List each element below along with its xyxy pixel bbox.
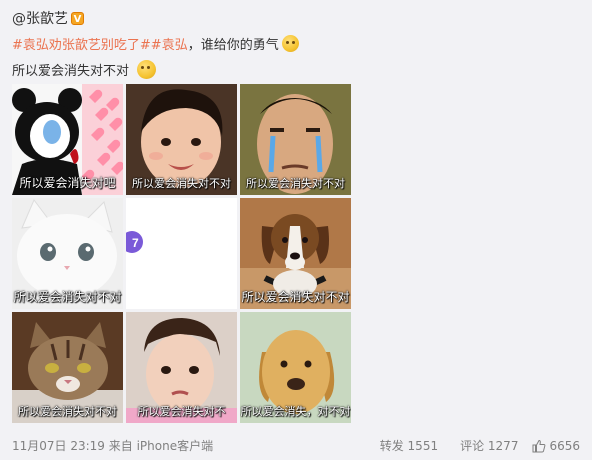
image-thumbnail[interactable]: 所以爱会消失对不对 <box>240 84 351 195</box>
topic-link[interactable]: #袁弘劝张歆艺别吃了# <box>12 34 151 53</box>
image-caption: 所以爱会消失对不对 <box>132 177 231 190</box>
image-thumbnail[interactable]: 所以爱会消失对不对 <box>240 198 351 309</box>
weibo-post: @张歆艺 V #袁弘劝张歆艺别吃了# #袁弘 ，谁给你的勇气 所以爱会消失对不对 <box>0 0 592 460</box>
thinking-emoji-icon <box>137 60 157 79</box>
svg-text:7: 7 <box>132 236 139 250</box>
image-thumbnail[interactable]: 所以爱会消失，对不对 <box>240 312 351 423</box>
image-caption: 所以爱会消失对不 <box>137 405 226 418</box>
repost-button[interactable]: 转发 1551 <box>380 437 438 454</box>
post-text-line-2: 所以爱会消失对不对 <box>12 60 157 79</box>
image-thumbnail[interactable]: 所以爱会消失对不 <box>126 312 237 423</box>
image-caption: 所以爱会消失对不对 <box>18 405 117 418</box>
blank-image: 7 <box>126 198 237 309</box>
thumbs-up-icon <box>532 439 546 452</box>
image-thumbnail[interactable]: 所以爱会消失对吧 <box>12 84 123 195</box>
image-thumbnail[interactable]: 所以爱会消失对不对 <box>126 84 237 195</box>
author-name[interactable]: @张歆艺 <box>12 8 68 28</box>
like-count: 6656 <box>549 438 580 453</box>
image-caption: 所以爱会消失，对不对 <box>240 405 351 418</box>
image-grid: 所以爱会消失对吧 所以爱会消失对不对 所以爱会消失对不对 所以爱会消失对不对 7… <box>12 84 351 423</box>
post-text-line-1: #袁弘劝张歆艺别吃了# #袁弘 ，谁给你的勇气 <box>12 34 299 53</box>
image-caption: 所以爱会消失对吧 <box>19 176 116 190</box>
comment-button[interactable]: 评论 1277 <box>460 437 518 454</box>
verified-badge-icon: V <box>71 11 84 25</box>
image-caption: 所以爱会消失对不对 <box>246 177 345 190</box>
post-author[interactable]: @张歆艺 V <box>12 8 84 28</box>
image-thumbnail[interactable]: 所以爱会消失对不对 <box>12 198 123 309</box>
post-text-2: 所以爱会消失对不对 <box>12 64 130 79</box>
thinking-emoji-icon <box>281 35 299 52</box>
post-footer: 11月07日 23:19 来自 iPhone客户端 转发 1551 评论 127… <box>12 437 580 454</box>
image-caption: 所以爱会消失对不对 <box>241 290 350 304</box>
post-meta: 11月07日 23:19 来自 iPhone客户端 <box>12 439 214 453</box>
post-text: ，谁给你的勇气 <box>187 38 279 53</box>
image-caption: 所以爱会消失对不对 <box>13 290 122 304</box>
image-thumbnail[interactable]: 所以爱会消失对不对 <box>12 312 123 423</box>
like-button[interactable]: 6656 <box>532 439 580 453</box>
image-thumbnail[interactable]: 7 <box>126 198 237 309</box>
mention-link[interactable]: #袁弘 <box>151 34 188 53</box>
